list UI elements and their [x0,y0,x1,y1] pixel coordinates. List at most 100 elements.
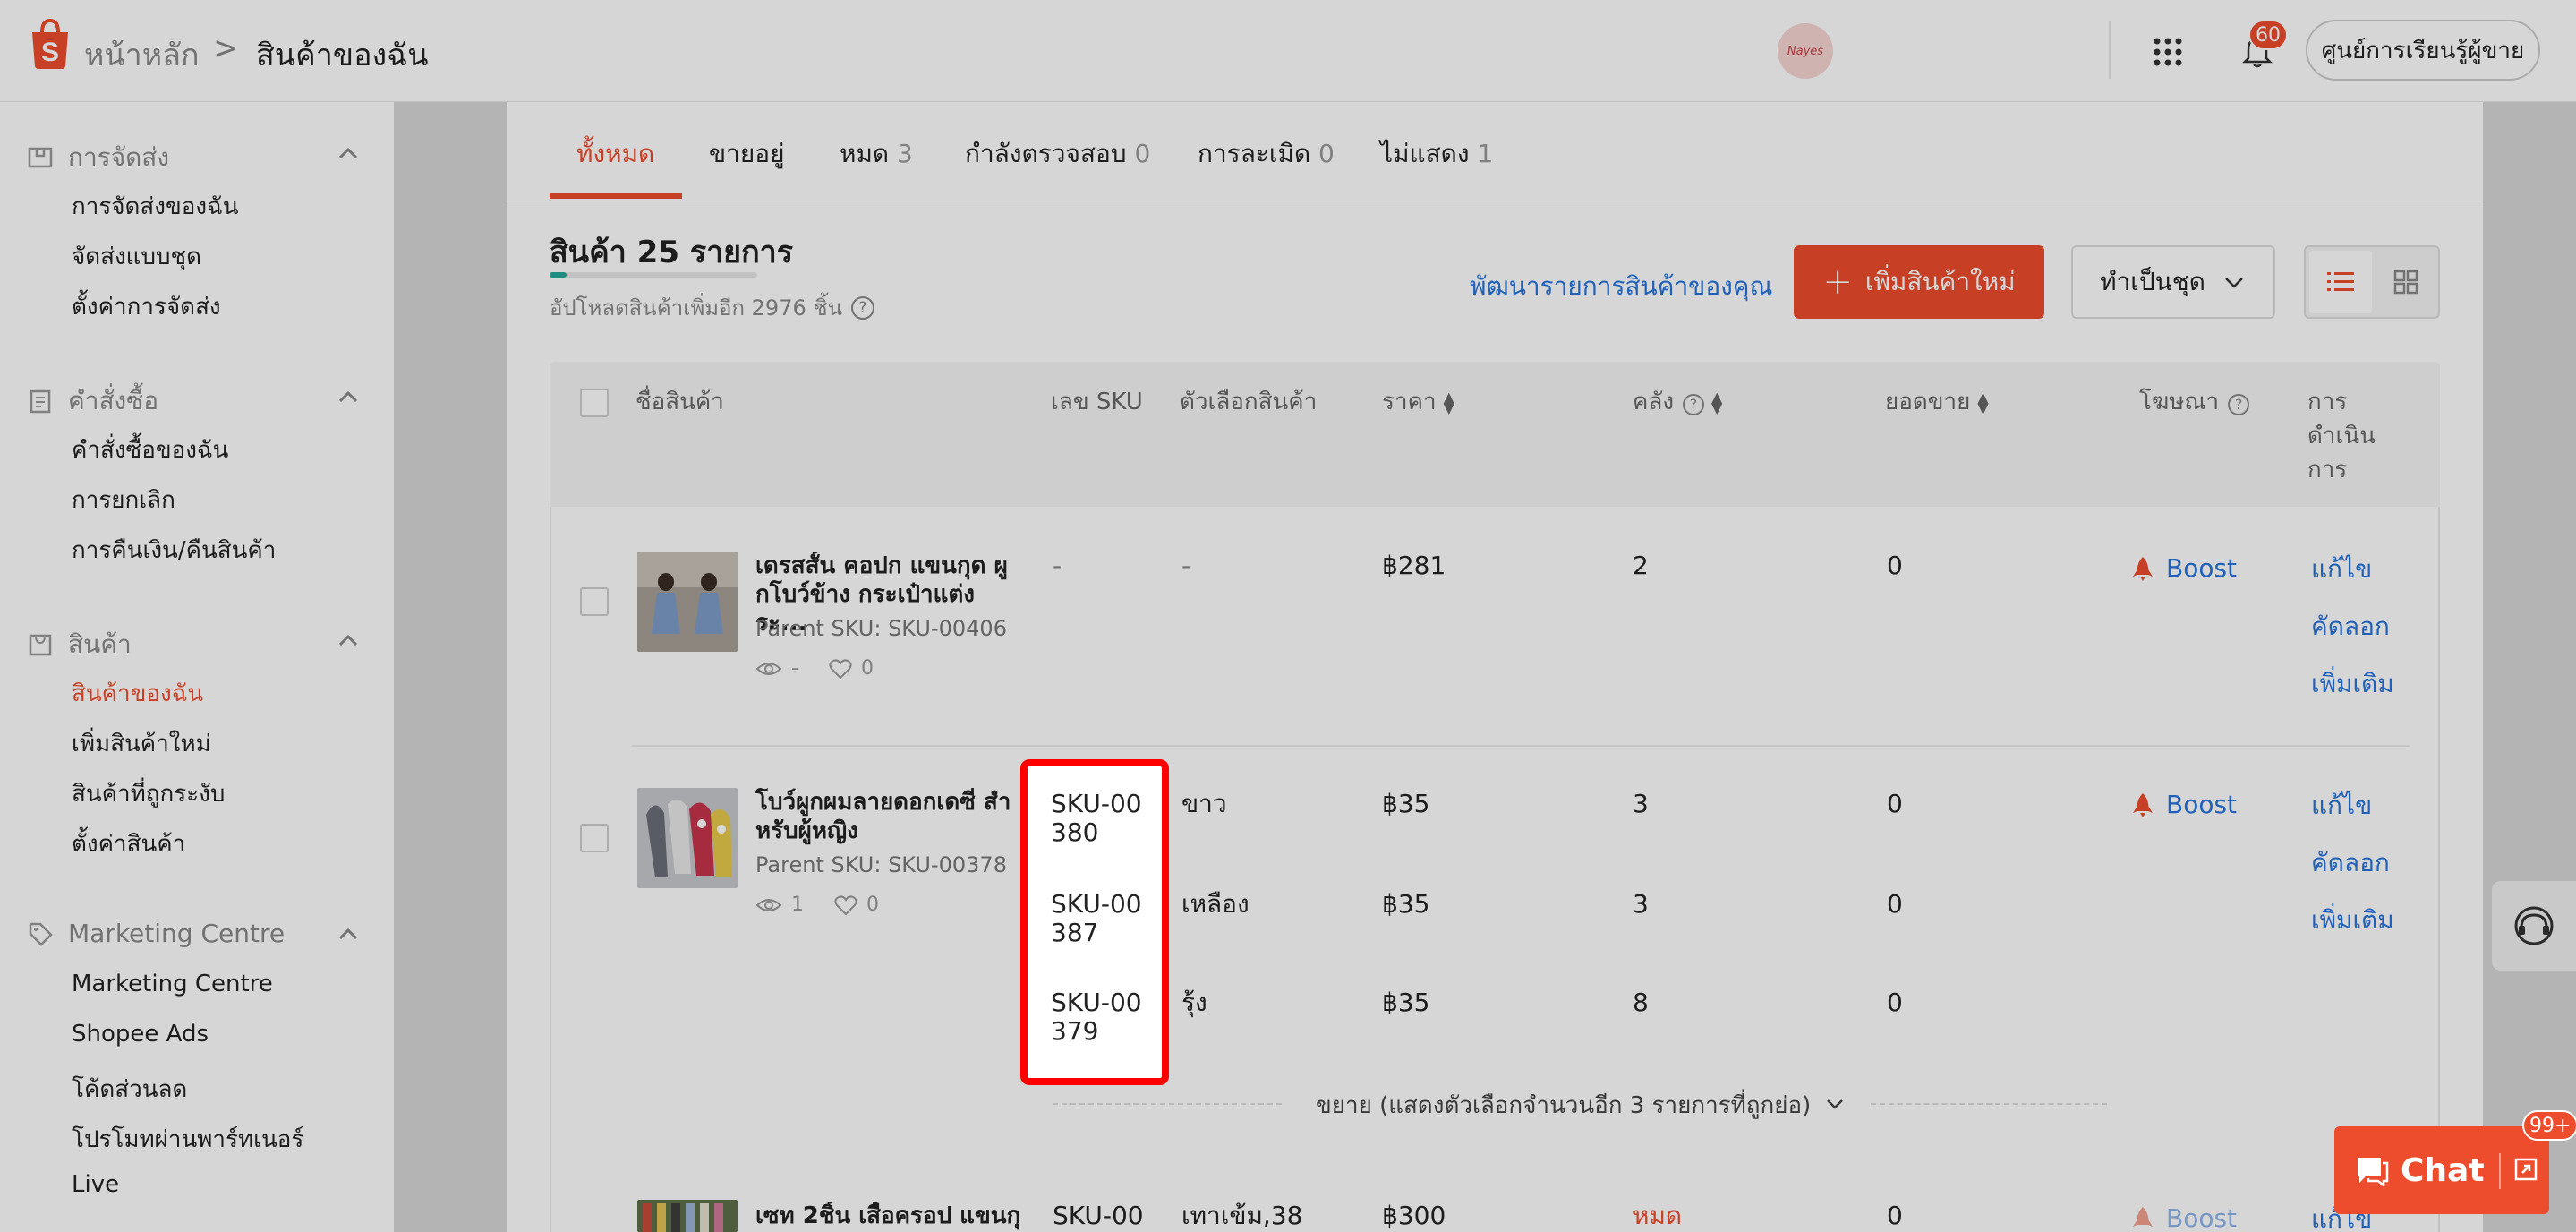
help-icon[interactable]: ? [2228,394,2250,415]
sidebar-item-my-orders[interactable]: คำสั่งซื้อของฉัน [72,432,228,468]
tab-label: หมด [840,139,890,168]
stock-cell[interactable]: 2 [1633,552,1649,580]
sku-line: SKU-00 [1051,789,1142,818]
sidebar-item-my-products[interactable]: สินค้าของฉัน [72,675,203,712]
breadcrumb-separator: > [213,30,239,66]
col-header-ads-label: โฆษณา [2139,389,2220,415]
batch-tools-dropdown[interactable]: ทำเป็นชุด [2071,245,2275,319]
improve-listing-link[interactable]: พัฒนารายการสินค้าของคุณ [1470,267,1773,306]
chevron-up-icon[interactable] [335,920,362,947]
grid-view-button[interactable] [2376,251,2436,313]
tab-live[interactable]: ขายอยู่ [709,134,785,174]
chat-expand-icon[interactable] [2513,1157,2538,1182]
active-tab-indicator [550,193,682,199]
sku-line: 387 [1051,918,1099,947]
tab-count: 0 [1134,139,1151,168]
col-header-name: ชื่อสินค้า [635,389,724,415]
stock-cell[interactable]: 3 [1633,790,1649,818]
sidebar-section-orders[interactable]: คำสั่งซื้อ [27,381,158,421]
product-name[interactable]: เซท 2ชิ้น เสื้อครอป แขนกุ [755,1202,1024,1232]
sidebar-item-affiliate[interactable]: โปรโมทผ่านพาร์ทเนอร์ [72,1121,303,1158]
more-link[interactable]: เพิ่มเติม [2311,901,2394,940]
col-header-price[interactable]: ราคา ▲ ▼ [1382,385,1454,419]
shop-avatar[interactable]: Nayes [1778,23,1833,79]
stock-cell[interactable]: 8 [1633,988,1649,1017]
edit-link[interactable]: แก้ไข [2311,550,2372,589]
chevron-up-icon[interactable] [335,140,362,167]
sidebar-section-title: การจัดส่ง [68,142,170,172]
edit-link[interactable]: แก้ไข [2311,786,2372,826]
more-link[interactable]: เพิ่มเติม [2311,664,2394,704]
sidebar-item-vouchers[interactable]: โค้ดส่วนลด [72,1071,187,1108]
col-header-sales[interactable]: ยอดขาย ▲ ▼ [1885,385,1989,419]
eye-icon [755,662,782,675]
sales-cell: 0 [1887,988,1903,1017]
copy-link[interactable]: คัดลอก [2311,843,2390,883]
boost-button[interactable]: Boost [2130,553,2237,583]
sidebar-item-cancellation[interactable]: การยกเลิก [72,482,175,518]
sidebar-section-shipping[interactable]: การจัดส่ง [27,138,169,177]
tab-reviewing[interactable]: กำลังตรวจสอบ 0 [965,134,1150,174]
boost-button[interactable]: Boost [2130,790,2237,819]
col-header-actions-line: การ [2307,457,2348,483]
help-icon[interactable]: ? [1683,394,1705,415]
row-checkbox[interactable] [580,587,609,616]
product-thumbnail[interactable] [637,1200,738,1232]
sidebar-item-product-settings[interactable]: ตั้งค่าสินค้า [72,826,185,862]
sidebar-item-marketing-centre[interactable]: Marketing Centre [72,971,273,997]
apps-grid-icon[interactable] [2152,36,2184,68]
product-thumbnail[interactable] [637,788,738,888]
sidebar-item-shipping-settings[interactable]: ตั้งค่าการจัดส่ง [72,288,221,325]
stock-cell[interactable]: 3 [1633,890,1649,919]
variation-cell: ขาว [1181,789,1227,818]
chat-button[interactable]: Chat [2334,1126,2549,1214]
chevron-up-icon[interactable] [335,627,362,654]
row-checkbox[interactable] [580,824,609,852]
breadcrumb-current: สินค้าของฉัน [256,38,429,73]
help-widget[interactable] [2492,881,2576,971]
seller-education-button[interactable]: ศูนย์การเรียนรู้ผู้ขาย [2306,20,2540,81]
product-icon [29,634,52,656]
heart-icon [829,658,852,679]
expand-label: ขยาย (แสดงตัวเลือกจำนวนอีก 3 รายการที่ถู… [1316,1092,1812,1119]
expand-variations-toggle[interactable]: ขยาย (แสดงตัวเลือกจำนวนอีก 3 รายการที่ถู… [1316,1087,1846,1124]
list-view-button[interactable] [2309,251,2372,313]
upload-quota-progress [550,272,757,278]
product-name[interactable]: โบว์ผูกผมลายดอกเดซี่ สำ หรับผู้หญิง [755,788,1024,845]
help-icon[interactable]: ? [851,295,875,320]
sidebar-item-banned-products[interactable]: สินค้าที่ถูกระงับ [72,775,225,812]
tab-sold-out[interactable]: หมด 3 [840,134,913,174]
sidebar-item-return-refund[interactable]: การคืนเงิน/คืนสินค้า [72,532,276,569]
stock-cell[interactable]: หมด [1633,1202,1682,1230]
sidebar-item-my-shipment[interactable]: การจัดส่งของฉัน [72,188,239,225]
price-cell[interactable]: ฿35 [1382,790,1429,818]
tag-icon [29,922,53,946]
price-cell[interactable]: ฿35 [1382,988,1429,1017]
col-header-stock[interactable]: คลัง? ▲ ▼ [1633,385,1722,419]
chevron-up-icon[interactable] [335,383,362,410]
tab-label: ไม่แสดง [1380,139,1470,168]
copy-link[interactable]: คัดลอก [2311,607,2390,646]
breadcrumb-home-link[interactable]: หน้าหลัก [84,30,200,79]
select-all-checkbox[interactable] [580,389,609,417]
price-cell[interactable]: ฿281 [1382,552,1446,580]
sidebar-section-products[interactable]: สินค้า [27,625,132,664]
price-cell[interactable]: ฿35 [1382,890,1429,919]
sidebar-section-marketing[interactable]: Marketing Centre [27,919,285,948]
shopee-logo-icon[interactable]: S [27,18,73,70]
boost-button[interactable]: Boost [2130,1203,2237,1232]
price-cell[interactable]: ฿300 [1382,1202,1446,1230]
tab-delisted[interactable]: ไม่แสดง 1 [1380,134,1493,174]
rocket-icon [2133,556,2153,581]
product-thumbnail[interactable] [637,552,738,652]
tab-all[interactable]: ทั้งหมด [576,134,654,174]
sidebar-item-mass-ship[interactable]: จัดส่งแบบชุด [72,238,201,275]
sidebar-item-shopee-ads[interactable]: Shopee Ads [72,1021,209,1048]
col-header-price-label: ราคา [1382,389,1437,415]
sidebar-item-add-product[interactable]: เพิ่มสินค้าใหม่ [72,725,211,762]
add-new-product-button[interactable]: + เพิ่มสินค้าใหม่ [1794,245,2044,319]
sidebar-item-live[interactable]: Live [72,1171,119,1198]
col-header-stock-label: คลัง [1633,389,1675,415]
variation-cell: เทาเข้ม,38 [1181,1201,1303,1230]
tab-violation[interactable]: การละเมิด 0 [1198,134,1335,174]
